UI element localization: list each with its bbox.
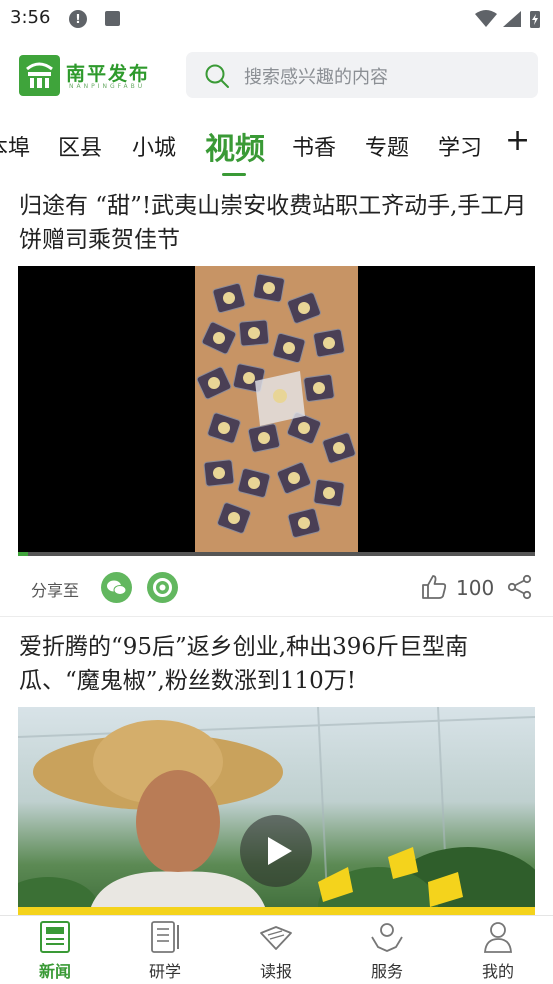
logo-subtext: NANPINGFABU	[69, 83, 146, 90]
app-logo[interactable]: 南平发布 NANPINGFABU	[19, 55, 154, 97]
app-screen: 3:56 ! 南平发布 NANPINGFABU 搜索感兴趣的内容 埠 区县 小城…	[0, 0, 553, 984]
bottom-navigation: 新闻 研学 读报 服务 我的	[0, 915, 553, 984]
nav-label-news: 新闻	[38, 962, 71, 981]
article-divider	[0, 616, 553, 617]
nav-services[interactable]: 服务	[332, 916, 442, 984]
nav-label-read-paper: 读报	[259, 962, 292, 981]
search-bar[interactable]: 搜索感兴趣的内容	[186, 52, 538, 98]
notification-a-icon	[105, 11, 120, 26]
nav-label-study-tour: 研学	[148, 962, 181, 981]
article-title[interactable]: 归途有 “甜”!武夷山崇安收费站职工齐动手,手工月饼赠司乘贺佳节	[19, 189, 539, 257]
tab-books[interactable]: 书香	[292, 130, 336, 162]
video-cover-image[interactable]	[18, 707, 535, 917]
wifi-icon	[475, 10, 497, 27]
share-to-label: 分享至	[31, 581, 80, 600]
person-icon	[480, 919, 516, 955]
alert-icon: !	[69, 10, 87, 28]
system-icons	[475, 9, 543, 33]
status-time: 3:56	[10, 7, 51, 28]
tab-topics[interactable]: 专题	[365, 130, 409, 162]
add-channel-button[interactable]: +	[505, 126, 530, 156]
tab-districts[interactable]: 区县	[58, 130, 102, 162]
logo-text: 南平发布	[66, 63, 151, 85]
moments-share-icon[interactable]	[147, 572, 178, 603]
video-frame-mooncakes	[195, 266, 358, 556]
search-icon	[204, 63, 230, 93]
article-actions: 分享至 100	[0, 568, 553, 610]
search-placeholder: 搜索感兴趣的内容	[244, 67, 388, 88]
notebook-icon	[147, 919, 183, 955]
article-title[interactable]: 爱折腾的“95后”返乡创业,种出396斤巨型南瓜、“魔鬼椒”,粉丝数涨到110万…	[19, 630, 539, 698]
active-tab-indicator	[222, 173, 246, 176]
video-player[interactable]	[18, 266, 535, 556]
signal-icon	[503, 11, 521, 27]
tab-video[interactable]: 视频	[205, 124, 265, 168]
video-progress-bar[interactable]	[18, 552, 535, 556]
status-bar: 3:56 !	[0, 0, 553, 38]
thumbs-up-icon[interactable]	[420, 573, 448, 605]
logo-badge-icon	[19, 55, 60, 96]
tab-local[interactable]: 本埠	[0, 130, 30, 162]
nav-read-paper[interactable]: 读报	[221, 916, 331, 984]
video-progress-fill	[18, 552, 29, 556]
read-paper-icon	[258, 919, 294, 955]
nav-label-services: 服务	[370, 962, 403, 981]
newspaper-icon	[37, 919, 73, 955]
channel-tabs: 本埠 区县 小城 视频 书香 专题 学习 +	[0, 120, 553, 176]
wechat-share-icon[interactable]	[101, 572, 132, 603]
share-icon[interactable]	[507, 574, 533, 604]
nav-news[interactable]: 新闻	[0, 916, 110, 984]
tab-town[interactable]: 小城	[132, 130, 176, 162]
nav-study-tour[interactable]: 研学	[110, 916, 220, 984]
tab-study[interactable]: 学习	[438, 130, 482, 162]
nav-label-profile: 我的	[481, 962, 514, 981]
play-icon[interactable]	[240, 815, 312, 887]
like-count: 100	[456, 576, 495, 600]
nav-profile[interactable]: 我的	[443, 916, 553, 984]
service-hands-icon	[369, 919, 405, 955]
